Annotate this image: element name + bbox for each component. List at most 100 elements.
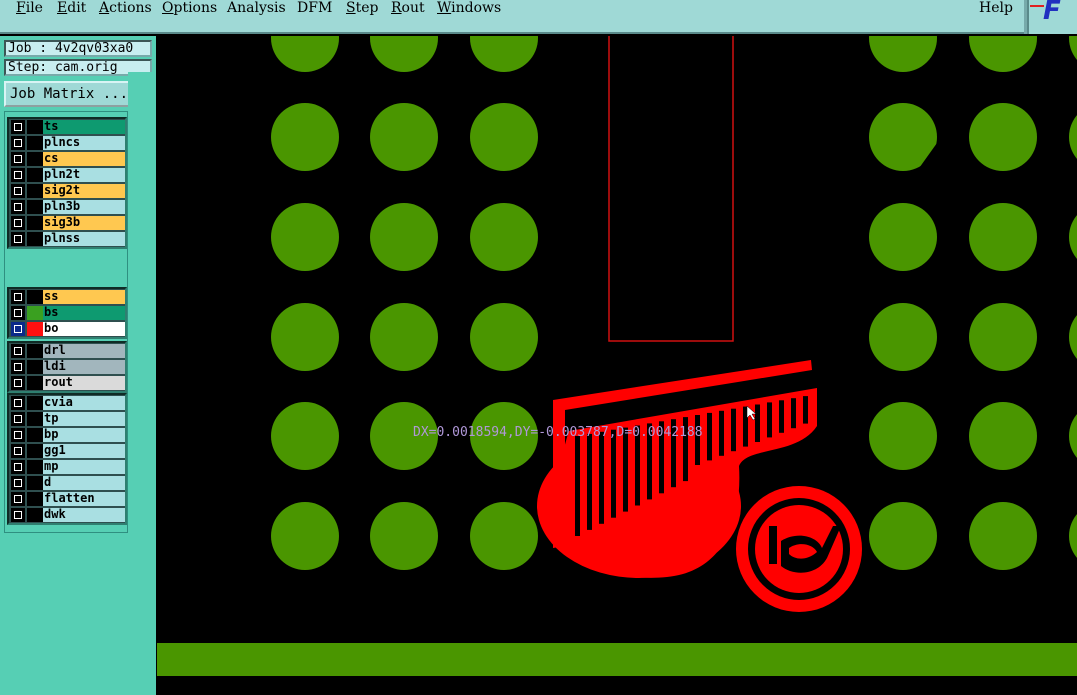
layer-color-swatch[interactable] — [27, 136, 43, 150]
menu-options[interactable]: Options — [162, 0, 217, 16]
layer-row-flatten[interactable]: flatten — [9, 491, 125, 507]
menu-dfm[interactable]: DFM — [297, 0, 332, 16]
layer-color-swatch[interactable] — [27, 444, 43, 458]
layer-checkbox[interactable] — [11, 492, 25, 506]
layer-checkbox[interactable] — [11, 376, 25, 390]
layer-row-gg1[interactable]: gg1 — [9, 443, 125, 459]
layer-row-rout[interactable]: rout — [9, 375, 125, 391]
layer-checkbox[interactable] — [11, 360, 25, 374]
layer-name[interactable]: bs — [43, 306, 125, 320]
layer-checkbox[interactable] — [11, 444, 25, 458]
layer-checkbox[interactable] — [11, 412, 25, 426]
layer-color-swatch[interactable] — [27, 216, 43, 230]
menu-help[interactable]: Help — [979, 0, 1013, 16]
layer-row-plncs[interactable]: plncs — [9, 135, 125, 151]
layer-color-swatch[interactable] — [27, 120, 43, 134]
layer-color-swatch[interactable] — [27, 152, 43, 166]
menu-step[interactable]: Step — [346, 0, 378, 16]
layer-row-bo[interactable]: bo — [9, 321, 125, 337]
layer-row-ss[interactable]: ss — [9, 289, 125, 305]
layer-name[interactable]: sig2t — [43, 184, 125, 198]
layer-name[interactable]: drl — [43, 344, 125, 358]
layer-color-swatch[interactable] — [27, 428, 43, 442]
layer-name[interactable]: bo — [43, 322, 125, 336]
layer-color-swatch[interactable] — [27, 306, 43, 320]
layer-row-drl[interactable]: drl — [9, 343, 125, 359]
menu-analysis[interactable]: Analysis — [227, 0, 286, 16]
layer-row-pln2t[interactable]: pln2t — [9, 167, 125, 183]
layer-color-swatch[interactable] — [27, 492, 43, 506]
layer-name[interactable]: dwk — [43, 508, 125, 522]
layer-row-plnss[interactable]: plnss — [9, 231, 125, 247]
layer-checkbox[interactable] — [11, 136, 25, 150]
layer-checkbox[interactable] — [11, 344, 25, 358]
layer-name[interactable]: mp — [43, 460, 125, 474]
layer-row-bp[interactable]: bp — [9, 427, 125, 443]
layer-checkbox[interactable] — [11, 460, 25, 474]
layer-color-swatch[interactable] — [27, 322, 43, 336]
layer-color-swatch[interactable] — [27, 360, 43, 374]
layer-name[interactable]: pln2t — [43, 168, 125, 182]
layer-row-sig2t[interactable]: sig2t — [9, 183, 125, 199]
layer-name[interactable]: plnss — [43, 232, 125, 246]
menu-rout[interactable]: Rout — [391, 0, 425, 16]
layer-row-mp[interactable]: mp — [9, 459, 125, 475]
menu-file[interactable]: File — [16, 0, 43, 16]
layer-checkbox[interactable] — [11, 184, 25, 198]
layer-checkbox[interactable] — [11, 290, 25, 304]
layer-checkbox[interactable] — [11, 428, 25, 442]
layer-row-d[interactable]: d — [9, 475, 125, 491]
layer-name[interactable]: cs — [43, 152, 125, 166]
layer-name[interactable]: bp — [43, 428, 125, 442]
layer-color-swatch[interactable] — [27, 412, 43, 426]
layer-row-ts[interactable]: ts — [9, 119, 125, 135]
layer-checkbox[interactable] — [11, 200, 25, 214]
layer-color-swatch[interactable] — [27, 508, 43, 522]
layer-checkbox[interactable] — [11, 120, 25, 134]
layer-color-swatch[interactable] — [27, 168, 43, 182]
panel-scroll-strip[interactable] — [128, 72, 154, 695]
layer-checkbox[interactable] — [11, 476, 25, 490]
menu-actions[interactable]: Actions — [99, 0, 152, 16]
layer-name[interactable]: plncs — [43, 136, 125, 150]
layer-checkbox[interactable] — [11, 232, 25, 246]
layer-row-cvia[interactable]: cvia — [9, 395, 125, 411]
layer-name[interactable]: flatten — [43, 492, 125, 506]
layer-color-swatch[interactable] — [27, 376, 43, 390]
layer-color-swatch[interactable] — [27, 476, 43, 490]
layer-color-swatch[interactable] — [27, 184, 43, 198]
layer-checkbox[interactable] — [11, 396, 25, 410]
layer-name[interactable]: ts — [43, 120, 125, 134]
layer-name[interactable]: rout — [43, 376, 125, 390]
layer-checkbox[interactable] — [11, 306, 25, 320]
layer-name[interactable]: gg1 — [43, 444, 125, 458]
layer-name[interactable]: tp — [43, 412, 125, 426]
layer-color-swatch[interactable] — [27, 290, 43, 304]
menu-edit[interactable]: Edit — [57, 0, 86, 16]
layer-name[interactable]: d — [43, 476, 125, 490]
layer-name[interactable]: cvia — [43, 396, 125, 410]
layer-checkbox[interactable] — [11, 216, 25, 230]
layer-name[interactable]: pln3b — [43, 200, 125, 214]
layer-row-tp[interactable]: tp — [9, 411, 125, 427]
layer-checkbox[interactable] — [11, 168, 25, 182]
layer-color-swatch[interactable] — [27, 232, 43, 246]
layer-name[interactable]: ldi — [43, 360, 125, 374]
menu-windows[interactable]: Windows — [437, 0, 501, 16]
layer-color-swatch[interactable] — [27, 396, 43, 410]
layer-checkbox[interactable] — [11, 508, 25, 522]
graphic-canvas[interactable]: DX=0.0018594,DY=-0.003787,D=0.0042188 — [157, 36, 1077, 695]
layer-checkbox[interactable] — [11, 322, 25, 336]
layer-row-bs[interactable]: bs — [9, 305, 125, 321]
layer-color-swatch[interactable] — [27, 200, 43, 214]
layer-row-sig3b[interactable]: sig3b — [9, 215, 125, 231]
layer-row-pln3b[interactable]: pln3b — [9, 199, 125, 215]
layer-row-dwk[interactable]: dwk — [9, 507, 125, 523]
layer-row-ldi[interactable]: ldi — [9, 359, 125, 375]
layer-row-cs[interactable]: cs — [9, 151, 125, 167]
layer-name[interactable]: sig3b — [43, 216, 125, 230]
layer-color-swatch[interactable] — [27, 460, 43, 474]
layer-checkbox[interactable] — [11, 152, 25, 166]
layer-name[interactable]: ss — [43, 290, 125, 304]
layer-color-swatch[interactable] — [27, 344, 43, 358]
